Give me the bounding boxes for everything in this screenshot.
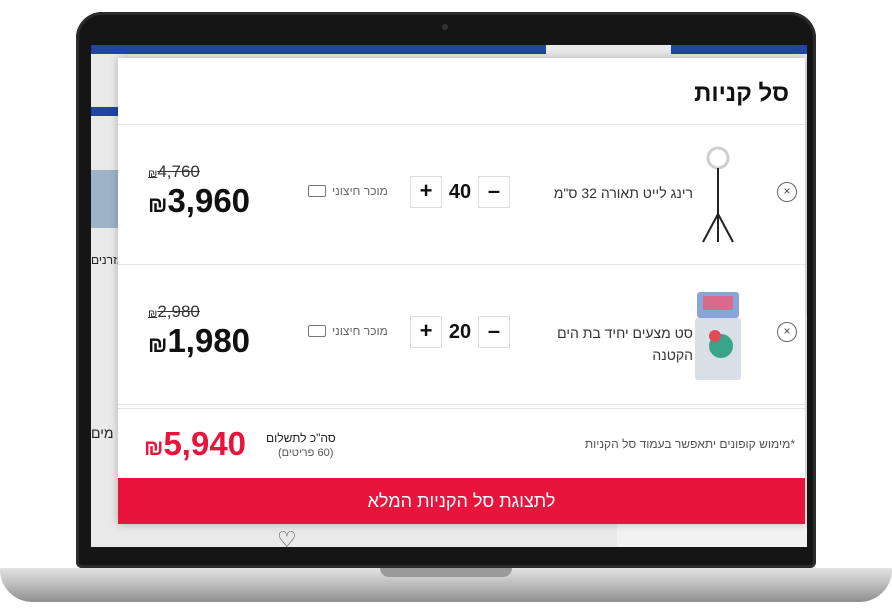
total-count: (60 פריטים)	[278, 447, 334, 459]
quantity-value: 40	[448, 180, 472, 203]
cart-item: × רינג לייט תאורה 32 ס"מ + 40 – מוכר חיצ…	[118, 124, 805, 265]
old-price: ₪2,980	[148, 302, 200, 321]
product-name[interactable]: רינג לייט תאורה 32 ס"מ	[523, 182, 693, 204]
increase-quantity-button[interactable]: +	[410, 316, 442, 348]
bedding-set-thumbnail	[695, 292, 741, 380]
background-product-image	[91, 170, 118, 228]
cart-summary: *מימוש קופונים יתאפשר בעמוד סל הקניות סה…	[118, 408, 805, 479]
cart-modal: סל קניות × רינג לייט תאורה 32 ס"מ + 40 –…	[118, 58, 805, 524]
total-price: ₪5,940	[144, 425, 247, 462]
new-price: ₪3,960	[148, 182, 251, 219]
camera-icon	[442, 24, 448, 30]
seller-label: מוכר חיצוני	[332, 324, 388, 338]
old-price: ₪4,760	[148, 162, 200, 181]
view-full-cart-button[interactable]: לתצוגת סל הקניות המלא	[118, 478, 805, 524]
modal-title: סל קניות	[694, 80, 789, 107]
cart-item: × סט מצעים יחיד בת הים הקטנה + 20 – מוכר…	[118, 264, 805, 405]
new-price: ₪1,980	[148, 322, 251, 359]
ring-light-thumbnail	[702, 146, 734, 243]
laptop-notch	[380, 568, 512, 577]
quantity-stepper: + 20 –	[410, 315, 510, 349]
decrease-quantity-button[interactable]: –	[478, 316, 510, 348]
background-text: מים	[91, 425, 114, 441]
truck-icon	[308, 325, 326, 337]
quantity-stepper: + 40 –	[410, 175, 510, 209]
remove-item-button[interactable]: ×	[777, 322, 797, 342]
modal-header: סל קניות	[118, 58, 805, 125]
heart-icon[interactable]: ♡	[277, 527, 297, 547]
product-name[interactable]: סט מצעים יחיד בת הים הקטנה	[523, 322, 693, 366]
increase-quantity-button[interactable]: +	[410, 176, 442, 208]
remove-item-button[interactable]: ×	[777, 182, 797, 202]
seller-label: מוכר חיצוני	[332, 184, 388, 198]
seller-info: מוכר חיצוני	[308, 324, 388, 338]
decrease-quantity-button[interactable]: –	[478, 176, 510, 208]
total-label: סה"כ לתשלום	[266, 431, 336, 445]
background-header-bar	[91, 45, 546, 54]
background-header-bar-right	[671, 45, 807, 54]
seller-info: מוכר חיצוני	[308, 184, 388, 198]
coupon-note: *מימוש קופונים יתאפשר בעמוד סל הקניות	[584, 437, 795, 451]
truck-icon	[308, 185, 326, 197]
background-nav-bar	[91, 107, 118, 116]
quantity-value: 20	[448, 320, 472, 343]
